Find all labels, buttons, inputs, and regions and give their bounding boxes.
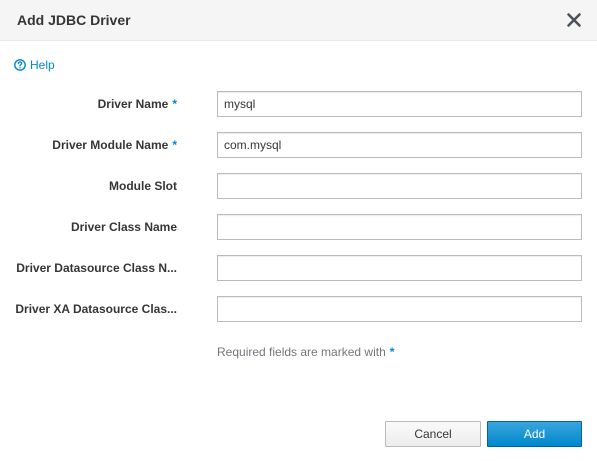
driver-class-name-input[interactable]: [217, 214, 582, 240]
driver-datasource-class-name-label: Driver Datasource Class N...: [16, 261, 177, 275]
driver-class-name-label: Driver Class Name: [70, 220, 177, 234]
driver-datasource-class-name-input[interactable]: [217, 255, 582, 281]
driver-module-name-input[interactable]: [217, 132, 582, 158]
add-button[interactable]: Add: [487, 421, 582, 447]
dialog-title: Add JDBC Driver: [17, 12, 131, 28]
close-button[interactable]: [565, 11, 583, 29]
close-icon: [567, 13, 581, 27]
form-row-driver-module-name: Driver Module Name *: [0, 132, 597, 158]
driver-xa-datasource-class-name-input[interactable]: [217, 296, 582, 322]
help-label: Help: [30, 58, 55, 72]
help-link[interactable]: Help: [14, 58, 55, 72]
driver-name-label: Driver Name *: [97, 97, 177, 111]
form-row-driver-datasource-class-name: Driver Datasource Class N...: [0, 255, 597, 281]
form-row-driver-xa-datasource-class-name: Driver XA Datasource Clas...: [0, 296, 597, 322]
driver-name-input[interactable]: [217, 91, 582, 117]
driver-module-name-label: Driver Module Name *: [52, 138, 177, 152]
driver-xa-datasource-class-name-label: Driver XA Datasource Clas...: [15, 302, 177, 316]
module-slot-label: Module Slot: [109, 179, 177, 193]
required-fields-note: Required fields are marked with *: [217, 345, 395, 359]
required-marker: *: [172, 97, 177, 111]
dialog-header: Add JDBC Driver: [0, 0, 597, 41]
form-row-driver-class-name: Driver Class Name: [0, 214, 597, 240]
module-slot-input[interactable]: [217, 173, 582, 199]
add-jdbc-driver-dialog: Add JDBC Driver Help Driver Name* Driver…: [0, 0, 597, 461]
cancel-button[interactable]: Cancel: [385, 421, 481, 447]
required-marker: *: [172, 138, 177, 152]
help-circle-icon: [14, 59, 26, 71]
required-marker: *: [389, 345, 395, 359]
form-row-module-slot: Module Slot: [0, 173, 597, 199]
form-row-driver-name: Driver Name *: [0, 91, 597, 117]
